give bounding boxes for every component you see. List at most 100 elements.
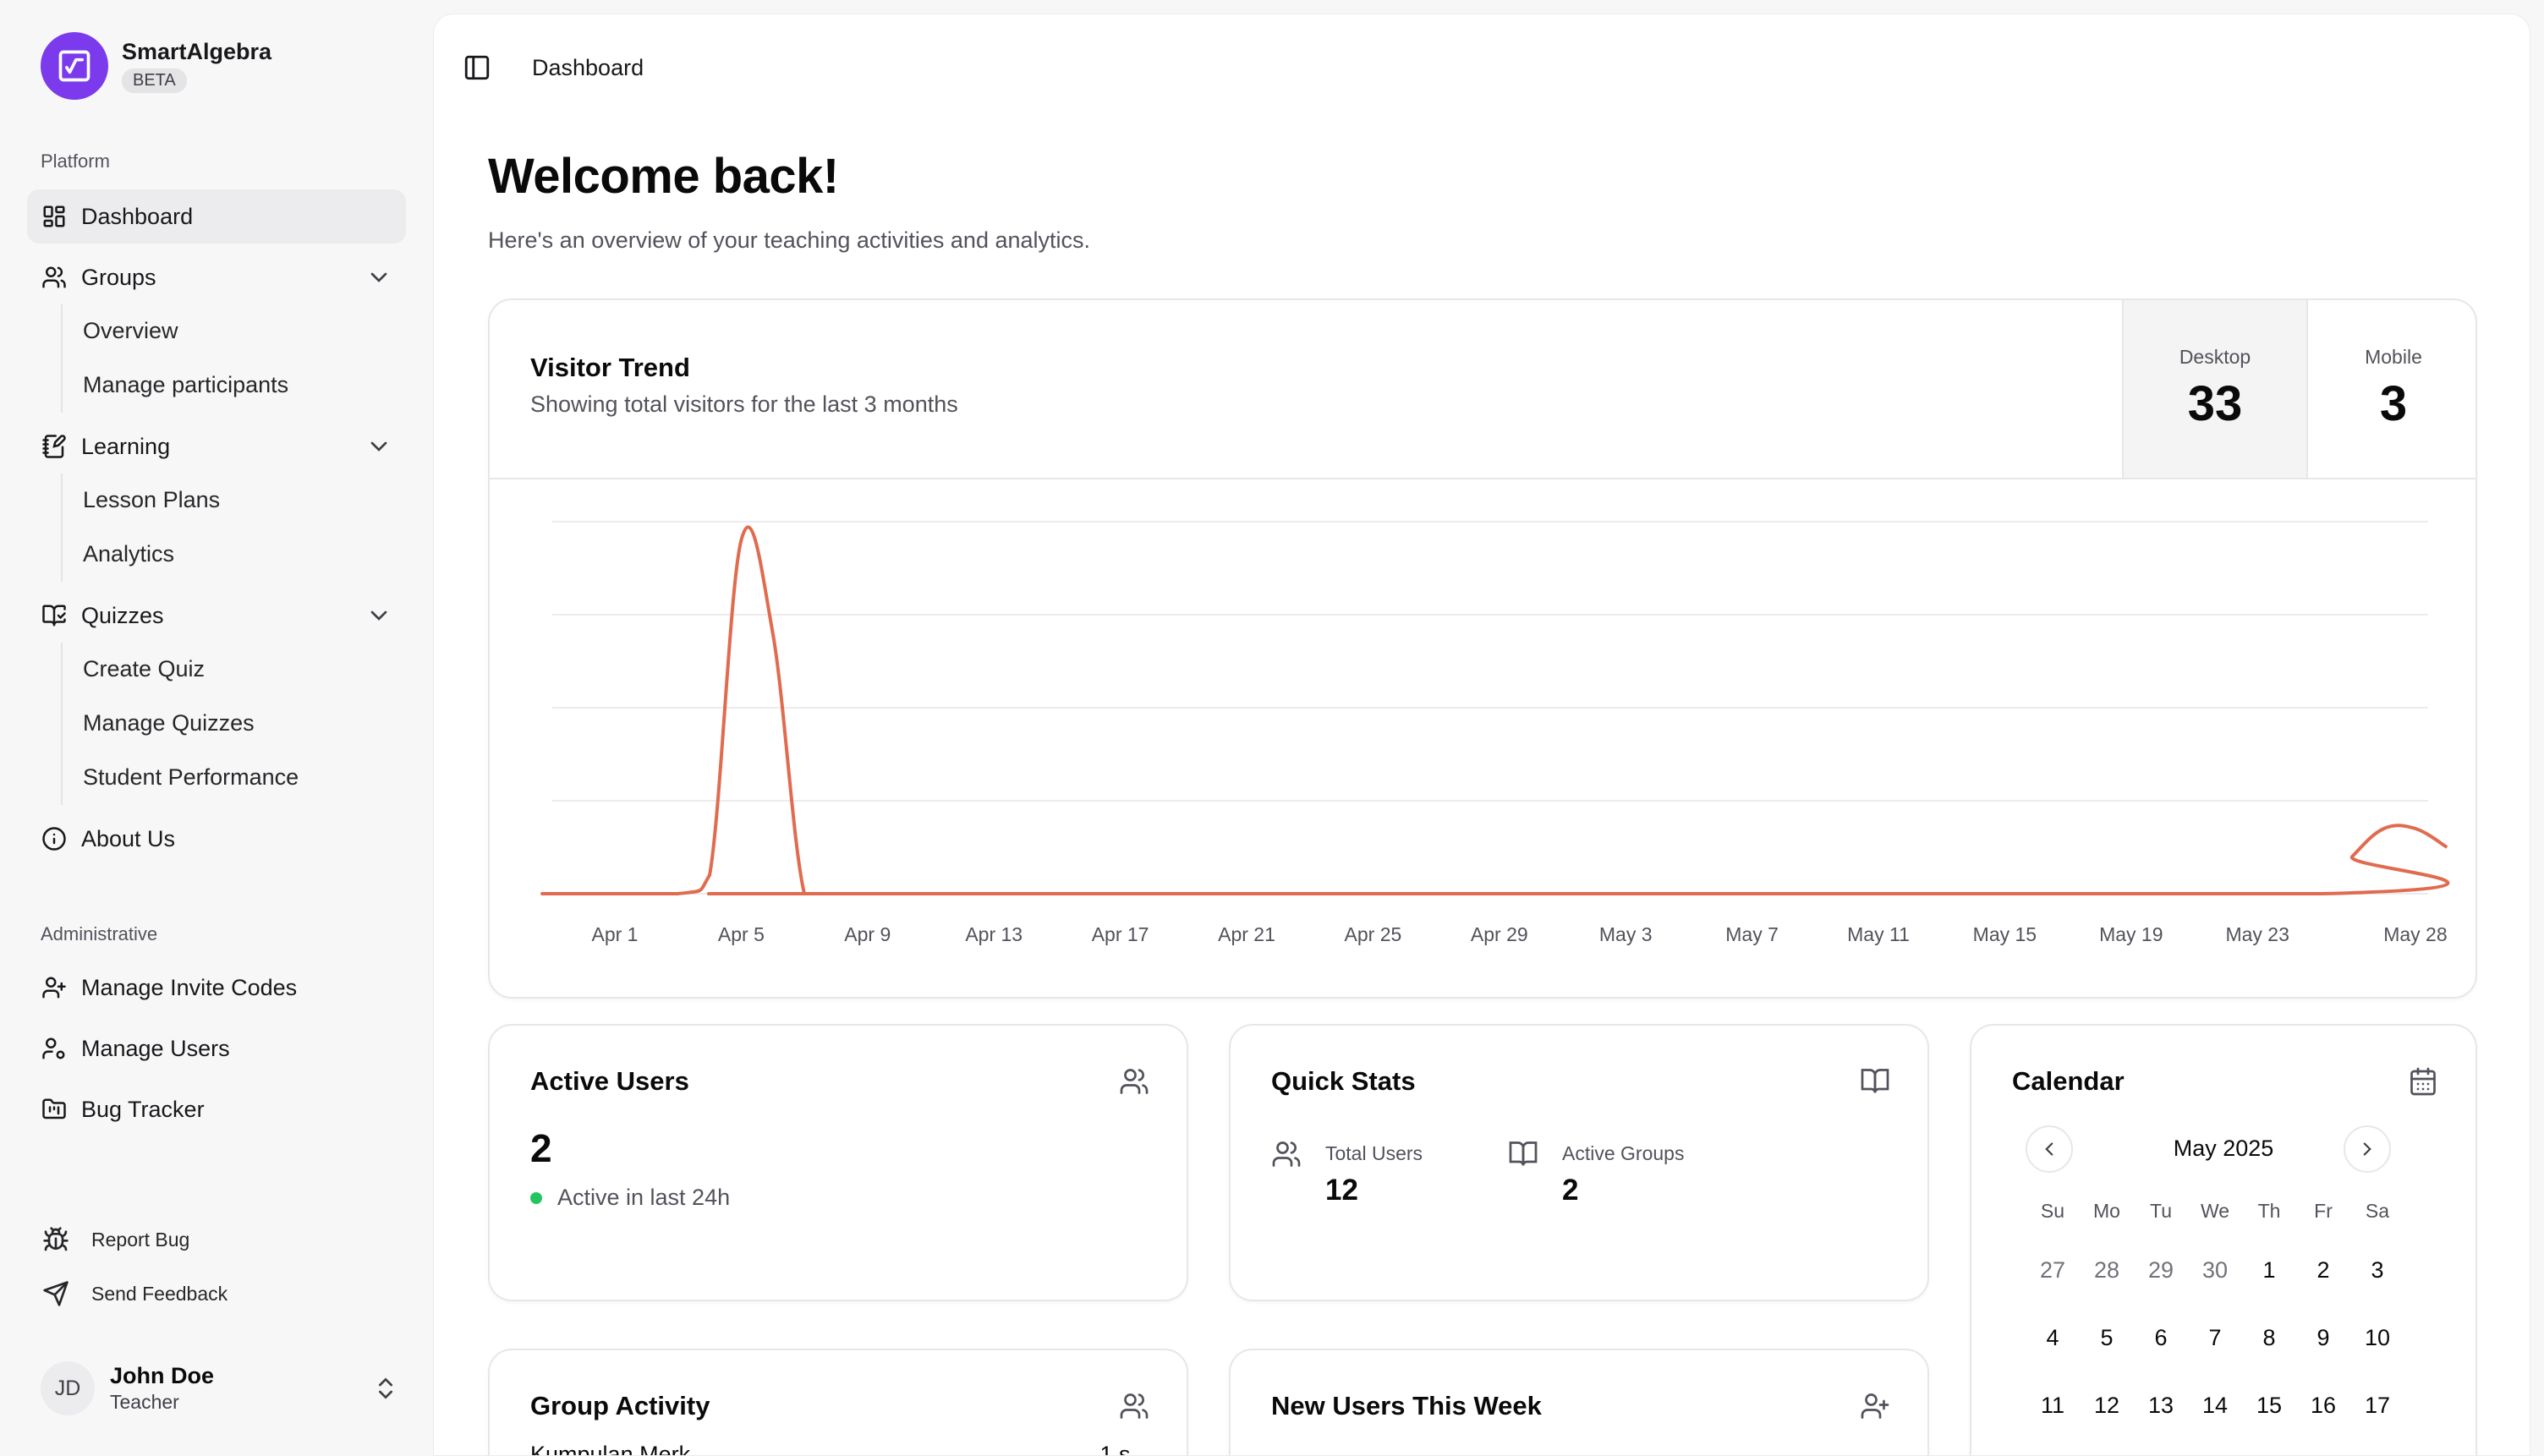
calendar-day[interactable]: 15	[2242, 1393, 2296, 1455]
calendar-day[interactable]: 5	[2080, 1325, 2134, 1393]
sidebar-item-bug-tracker[interactable]: Bug Tracker	[27, 1082, 406, 1136]
week-row: 4 5 6 7 8 9 10	[2026, 1325, 2404, 1393]
weekday: Fr	[2314, 1200, 2333, 1222]
sidebar-item-dashboard[interactable]: Dashboard	[27, 189, 406, 244]
x-tick-label: Apr 5	[718, 923, 765, 945]
send-icon	[41, 1278, 71, 1309]
notebook-pen-icon	[41, 433, 68, 460]
calendar-day[interactable]: 11	[2026, 1393, 2080, 1455]
next-month-button[interactable]	[2344, 1125, 2391, 1173]
weekday: Th	[2257, 1200, 2281, 1222]
weekday: Sa	[2365, 1200, 2390, 1222]
beta-badge: BETA	[122, 68, 187, 93]
chevrons-up-down-icon[interactable]	[372, 1375, 399, 1402]
sidebar-item-create-quiz[interactable]: Create Quiz	[83, 656, 205, 682]
user-cog-icon	[41, 1035, 68, 1062]
calendar-day[interactable]: 27	[2026, 1257, 2080, 1325]
desktop-toggle[interactable]: Desktop 33	[2122, 300, 2306, 478]
sidebar-item-manage-participants[interactable]: Manage participants	[83, 372, 288, 398]
sidebar-item-student-performance[interactable]: Student Performance	[83, 764, 299, 791]
calendar-day[interactable]: 12	[2080, 1393, 2134, 1455]
brand[interactable]: SmartAlgebra BETA	[41, 32, 271, 100]
mobile-toggle[interactable]: Mobile 3	[2306, 300, 2475, 478]
users-icon	[41, 264, 68, 291]
avatar: JD	[41, 1361, 95, 1415]
active-users-value: 2	[530, 1126, 552, 1170]
weekday-row: Su Mo Tu We Th Fr Sa	[2026, 1200, 2404, 1237]
calendar-day[interactable]: 3	[2350, 1257, 2404, 1325]
sidebar: SmartAlgebra BETA Platform Dashboard Gro…	[0, 0, 433, 1456]
calendar-day[interactable]: 13	[2134, 1393, 2188, 1455]
card-title: Group Activity	[530, 1391, 710, 1420]
sidebar-item-manage-users[interactable]: Manage Users	[27, 1021, 406, 1076]
calendar-day[interactable]: 6	[2134, 1325, 2188, 1393]
group-activity-card: Group Activity Kumpulan Merk 1 s...	[488, 1349, 1188, 1455]
x-tick-label: May 3	[1599, 923, 1653, 945]
bug-icon	[41, 1224, 71, 1255]
visitor-trend-chart: Apr 1 Apr 5 Apr 9 Apr 13 Apr 17 Apr 21 Apr 25 A…	[540, 521, 2450, 945]
platform-label: Platform	[41, 151, 110, 172]
calendar-header: May 2025	[1971, 1125, 2475, 1173]
calendar-day[interactable]: 14	[2188, 1393, 2242, 1455]
sidebar-item-analytics[interactable]: Analytics	[83, 541, 174, 567]
sidebar-item-label: Dashboard	[81, 203, 194, 229]
send-feedback-link[interactable]: Send Feedback	[41, 1278, 228, 1309]
calendar-day[interactable]: 29	[2134, 1257, 2188, 1325]
report-bug-link[interactable]: Report Bug	[41, 1224, 189, 1255]
mobile-label: Mobile	[2365, 346, 2422, 368]
sidebar-toggle-icon[interactable]	[463, 53, 491, 82]
card-title: Active Users	[530, 1066, 689, 1096]
sidebar-item-learning[interactable]: Learning	[27, 419, 406, 473]
x-tick-label: Apr 25	[1345, 923, 1402, 945]
calendar-day[interactable]: 28	[2080, 1257, 2134, 1325]
calendar-day[interactable]: 2	[2296, 1257, 2350, 1325]
card-title: Quick Stats	[1271, 1066, 1416, 1096]
book-open-icon	[1509, 1141, 1538, 1166]
chevron-down-icon[interactable]	[365, 433, 392, 460]
total-users-stat: Total Users 12	[1271, 1141, 1423, 1207]
weekday: Tu	[2150, 1200, 2172, 1222]
total-users-label: Total Users	[1325, 1142, 1423, 1164]
sidebar-item-label: About Us	[81, 825, 176, 851]
sidebar-item-label: Bug Tracker	[81, 1096, 205, 1122]
sidebar-item-groups[interactable]: Groups	[27, 250, 406, 304]
sidebar-item-lesson-plans[interactable]: Lesson Plans	[83, 487, 220, 513]
sidebar-item-label: Groups	[81, 264, 156, 290]
chevron-down-icon[interactable]	[365, 264, 392, 291]
calendar-day[interactable]: 8	[2242, 1325, 2296, 1393]
sidebar-item-about[interactable]: About Us	[27, 812, 406, 866]
administrative-label: Administrative	[41, 923, 158, 944]
user-menu[interactable]: JD John Doe Teacher	[41, 1361, 399, 1415]
calendar-day[interactable]: 17	[2350, 1393, 2404, 1455]
user-plus-icon	[41, 974, 68, 1001]
x-tick-label: May 28	[2383, 923, 2447, 945]
x-tick-label: Apr 9	[844, 923, 891, 945]
users-icon	[1120, 1393, 1149, 1419]
calendar-day[interactable]: 4	[2026, 1325, 2080, 1393]
sidebar-item-quizzes[interactable]: Quizzes	[27, 588, 406, 643]
user-plus-icon	[1861, 1393, 1889, 1419]
sidebar-item-overview[interactable]: Overview	[83, 318, 178, 344]
calendar-day[interactable]: 9	[2296, 1325, 2350, 1393]
weekday: Mo	[2093, 1200, 2120, 1222]
active-groups-label: Active Groups	[1562, 1142, 1685, 1164]
report-bug-label: Report Bug	[91, 1228, 190, 1251]
sidebar-item-invite-codes[interactable]: Manage Invite Codes	[27, 961, 406, 1015]
weekday: Su	[2040, 1200, 2065, 1222]
card-title: Calendar	[2012, 1066, 2125, 1096]
calendar-day[interactable]: 10	[2350, 1325, 2404, 1393]
list-item[interactable]: Kumpulan Merk 1 s...	[530, 1442, 1149, 1455]
book-open-check-icon	[41, 602, 68, 629]
x-tick-label: May 23	[2225, 923, 2289, 945]
calendar-day[interactable]: 30	[2188, 1257, 2242, 1325]
sidebar-item-label: Learning	[81, 433, 171, 459]
calendar-icon	[2410, 1067, 2436, 1096]
calendar-day[interactable]: 16	[2296, 1393, 2350, 1455]
calendar-day[interactable]: 7	[2188, 1325, 2242, 1393]
prev-month-button[interactable]	[2026, 1125, 2073, 1173]
calendar-day[interactable]: 1	[2242, 1257, 2296, 1325]
brand-name: SmartAlgebra	[122, 39, 272, 64]
sidebar-item-manage-quizzes[interactable]: Manage Quizzes	[83, 710, 255, 736]
series-line[interactable]	[540, 525, 2450, 896]
chevron-down-icon[interactable]	[365, 602, 392, 629]
